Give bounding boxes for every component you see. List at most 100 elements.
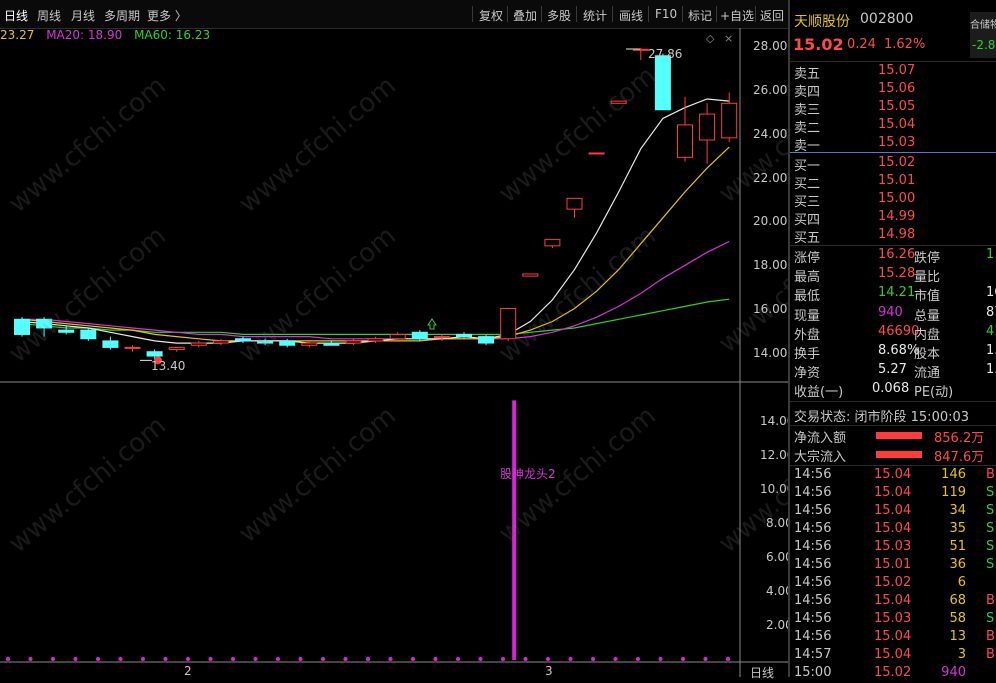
ask-label: 卖二 <box>794 121 821 136</box>
bid-price: 15.00 <box>878 191 916 206</box>
indicator-dot <box>208 657 213 661</box>
ask-row: 卖三 15.05 <box>794 99 996 118</box>
candle-body <box>456 333 472 338</box>
tick-volume: 36 <box>949 557 966 572</box>
indicator-dot <box>253 657 258 661</box>
statistics-button[interactable]: 统计 <box>583 7 607 24</box>
tick-volume: 13 <box>949 629 966 644</box>
stat-label: 最高 <box>794 270 821 286</box>
ask-label: 卖三 <box>794 103 821 118</box>
tick-price: 15.01 <box>874 557 912 572</box>
tick-time: 14:56 <box>794 593 832 608</box>
indicator-dot <box>591 657 595 661</box>
candle-body <box>566 197 583 210</box>
indicator-dot <box>523 657 528 661</box>
indicator-dot <box>366 657 370 661</box>
toolbar-divider <box>541 6 542 22</box>
indicator-dot <box>51 657 55 661</box>
flow-label: 净流入额 <box>794 431 847 446</box>
indicator-dot <box>478 657 483 661</box>
ask-label: 卖四 <box>794 85 821 100</box>
tab-monthly[interactable]: 月线 <box>71 7 95 24</box>
bid-row: 买一 15.02 <box>794 155 996 174</box>
indicator-dot <box>568 657 573 661</box>
tab-weekly[interactable]: 周线 <box>37 7 61 24</box>
tick-price: 15.02 <box>874 665 912 680</box>
draw-line-button[interactable]: 画线 <box>619 7 643 24</box>
price-tick: 18.00 <box>753 258 788 272</box>
tab-daily[interactable]: 日线 <box>4 7 28 24</box>
tick-volume: 940 <box>941 665 966 680</box>
stat-label: 股本 <box>914 347 941 362</box>
mark-button[interactable]: 标记 <box>688 7 712 24</box>
candle-body <box>522 273 539 277</box>
indicator-dot <box>276 657 280 661</box>
tick-volume: 146 <box>941 467 966 482</box>
indicator-dot <box>163 657 168 661</box>
f10-button[interactable]: F10 <box>655 7 677 21</box>
bid-row: 买五 14.98 <box>794 227 996 246</box>
tick-side: B <box>986 467 995 482</box>
stat-row: 收益(一) 0.068 PE(动) <box>794 381 996 401</box>
chart-toolbar: 日线 周线 月线 多周期 更多 〉 复权 叠加 多股 统计 画线 F10 标记 … <box>0 0 788 29</box>
tick-volume: 68 <box>949 593 966 608</box>
stat-value: 15.28 <box>878 266 916 282</box>
trade-status: 交易状态: 闭市阶段 15:00:03 <box>794 410 970 425</box>
tick-volume: 3 <box>957 647 966 662</box>
price-tick: 14.00 <box>753 346 788 360</box>
ma-white-line <box>21 98 730 344</box>
tick-row: 14:56 15.04 13 B <box>794 629 996 647</box>
overlay-button[interactable]: 叠加 <box>513 7 537 24</box>
tick-time: 14:56 <box>794 521 832 536</box>
sector-box[interactable]: 合储物 -2.8 <box>970 12 996 58</box>
indicator-dot <box>546 657 550 661</box>
add-watchlist-button[interactable]: +自选 <box>720 7 754 24</box>
ask-row: 卖五 15.07 <box>794 63 996 82</box>
expand-icon: ◇ <box>706 32 715 45</box>
stat-row: 现量 940 总量 87 <box>794 305 996 324</box>
tick-time: 14:56 <box>794 503 832 518</box>
price-tick: 26.00 <box>753 83 788 97</box>
back-button[interactable]: 返回 <box>760 7 784 24</box>
candle-body <box>478 336 495 344</box>
flow-bar <box>876 432 922 439</box>
toolbar-divider <box>507 6 508 22</box>
candle-body <box>345 340 362 344</box>
multi-stock-button[interactable]: 多股 <box>547 7 571 24</box>
indicator-dot <box>298 657 303 661</box>
bid-price: 15.01 <box>878 173 916 188</box>
tick-side: B <box>986 593 995 608</box>
x-tick: 3 <box>545 664 553 678</box>
candle-body <box>544 238 561 247</box>
bid-row: 买三 15.00 <box>794 191 996 210</box>
restore-rights-button[interactable]: 复权 <box>479 7 503 24</box>
indicator-dot <box>726 657 730 661</box>
tick-row: 14:56 15.04 119 S <box>794 485 996 503</box>
stat-value: 1.0 <box>986 343 996 358</box>
stat-value: 5.27 <box>878 362 907 378</box>
tick-price: 15.04 <box>874 521 912 536</box>
stat-label: 收益(一) <box>794 385 844 401</box>
bid-label: 买三 <box>794 195 821 210</box>
stat-label: 总量 <box>914 308 941 324</box>
price-tick: 20.00 <box>753 214 788 228</box>
divider <box>790 465 996 466</box>
tick-row: 14:56 15.03 58 S <box>794 611 996 629</box>
quote-panel: 天顺股份 002800 15.02 0.24 1.62% 合储物 -2.8 卖五… <box>788 0 996 680</box>
toolbar-divider <box>576 6 577 22</box>
bid-row: 买二 15.01 <box>794 173 996 192</box>
indicator-dot <box>681 657 685 661</box>
ask-price: 15.07 <box>878 63 916 78</box>
stat-value: 1 <box>986 247 995 262</box>
ask-row: 卖一 15.03 <box>794 135 996 154</box>
stat-label: PE(动) <box>914 385 954 401</box>
stat-value: 14.21 <box>878 285 916 301</box>
tick-time: 14:56 <box>794 485 832 500</box>
tick-row: 14:56 15.01 36 S <box>794 557 996 575</box>
tab-more[interactable]: 更多 〉 <box>147 7 187 24</box>
indicator-dot <box>501 657 505 661</box>
stat-row: 换手8.68%股本1.0 <box>794 343 996 362</box>
candle-body <box>699 113 716 141</box>
candle-body <box>721 102 738 139</box>
tab-multi-period[interactable]: 多周期 <box>104 7 140 24</box>
